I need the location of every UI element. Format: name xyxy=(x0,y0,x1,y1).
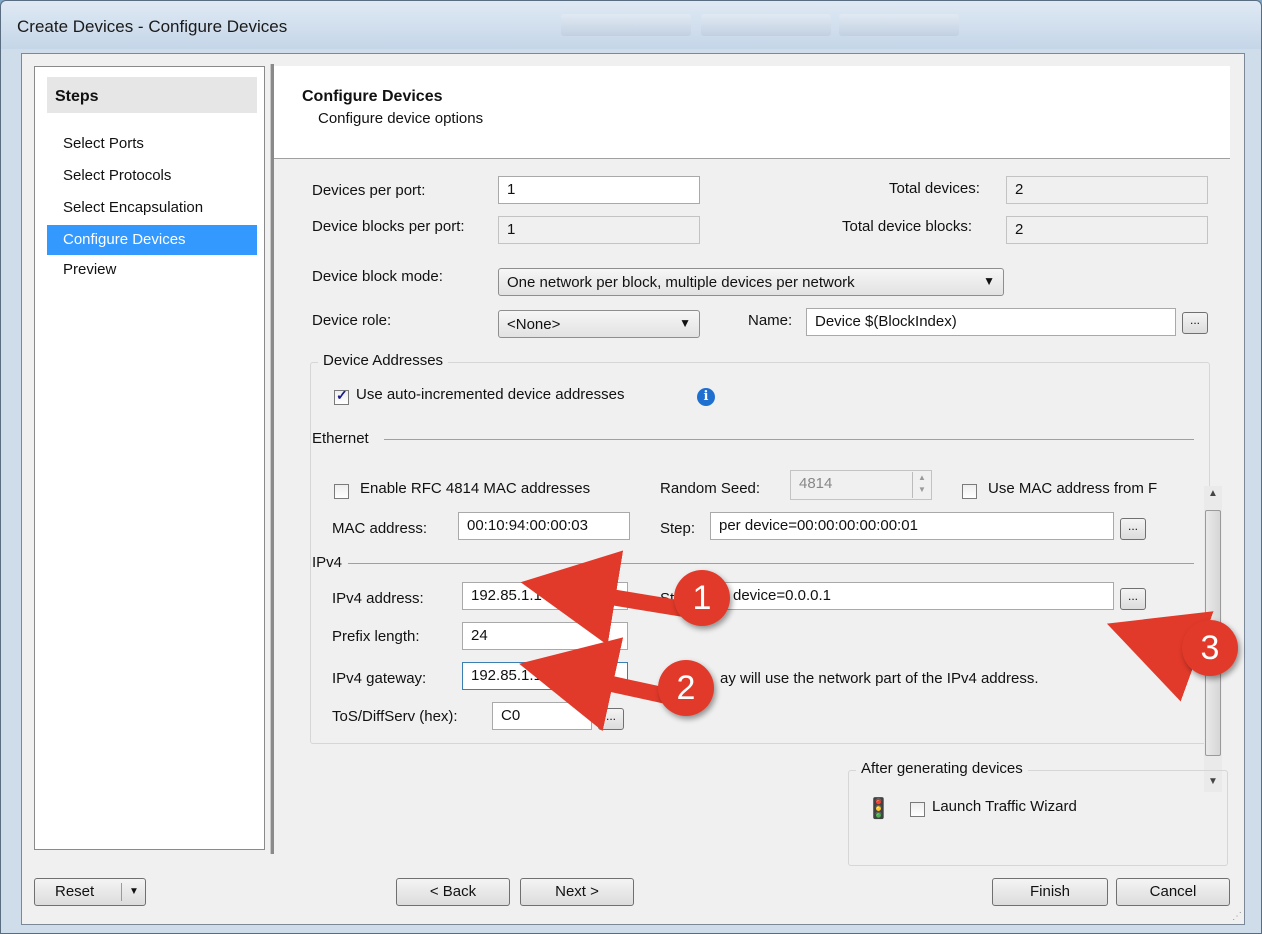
annotation-arrows xyxy=(519,550,1214,732)
annotation-marker-1: 1 xyxy=(674,570,730,626)
arrow-1 xyxy=(520,550,698,646)
annotation-marker-2: 2 xyxy=(658,660,714,716)
annotation-marker-3: 3 xyxy=(1182,620,1238,676)
